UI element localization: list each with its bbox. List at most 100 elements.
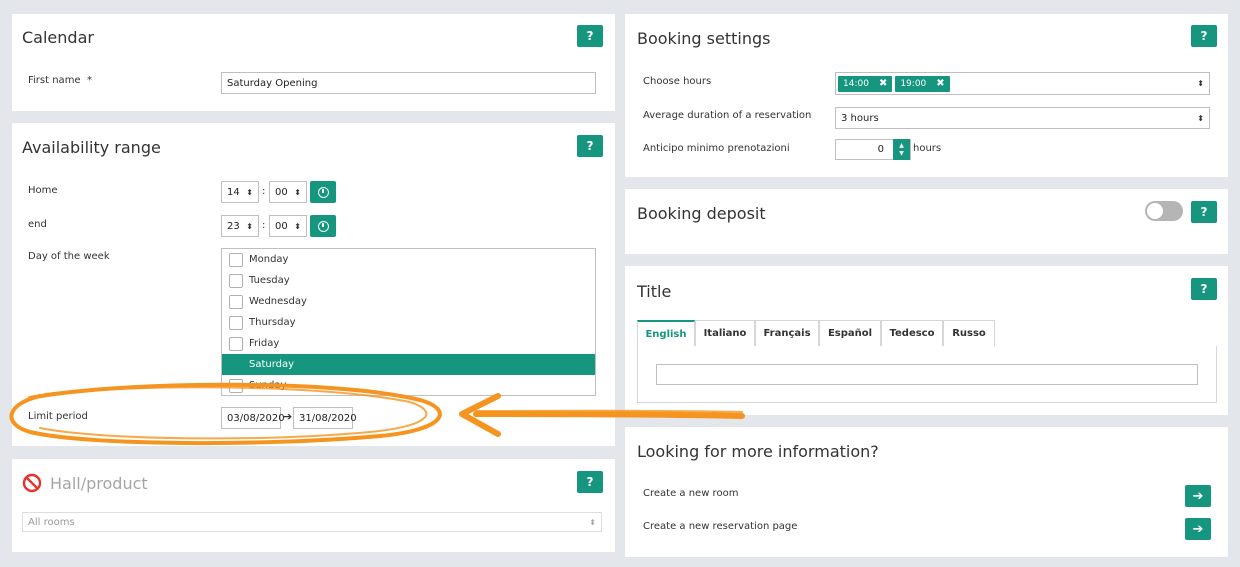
availability-help-button[interactable]: ? bbox=[577, 135, 603, 157]
updown-icon: ⬍ bbox=[1197, 79, 1204, 88]
day-checkbox[interactable] bbox=[229, 378, 243, 393]
day-option[interactable]: Friday bbox=[222, 333, 595, 354]
end-hour-value: 23 bbox=[227, 220, 240, 232]
home-minute-select[interactable]: 00 ⬍ bbox=[269, 181, 307, 203]
day-option[interactable]: Saturday bbox=[222, 354, 595, 375]
limit-period-label: Limit period bbox=[28, 411, 88, 422]
advance-value: 0 bbox=[877, 144, 884, 155]
day-option-label: Wednesday bbox=[249, 296, 307, 307]
day-of-week-label: Day of the week bbox=[28, 251, 110, 262]
calendar-panel: Calendar ? First name * Saturday Opening bbox=[12, 14, 615, 111]
range-arrow-icon: ➔ bbox=[283, 410, 293, 423]
duration-label: Average duration of a reservation bbox=[643, 110, 812, 121]
duration-value: 3 hours bbox=[841, 112, 879, 124]
deposit-title: Booking deposit bbox=[637, 204, 766, 223]
hall-select[interactable]: All rooms ⬍ bbox=[22, 512, 602, 532]
end-hour-select[interactable]: 23 ⬍ bbox=[221, 215, 259, 237]
tab-italiano[interactable]: Italiano bbox=[695, 320, 755, 346]
deposit-toggle[interactable] bbox=[1145, 201, 1183, 221]
stepper-up-icon[interactable]: ▲ bbox=[899, 142, 904, 150]
limit-to-input[interactable]: 31/08/2020 bbox=[293, 407, 357, 429]
choose-hours-select[interactable]: 14:00 ✖ 19:00 ✖ ⬍ bbox=[835, 72, 1210, 95]
clock-icon bbox=[317, 186, 329, 198]
advance-unit: hours bbox=[913, 143, 942, 154]
more-info-title: Looking for more information? bbox=[637, 442, 879, 461]
end-label: end bbox=[28, 219, 47, 230]
day-option[interactable]: Monday bbox=[222, 249, 595, 270]
time-separator: : bbox=[262, 186, 266, 197]
advance-stepper[interactable]: ▲ ▼ bbox=[893, 139, 910, 160]
hour-tag: 14:00 ✖ bbox=[838, 75, 893, 92]
day-checkbox[interactable] bbox=[229, 336, 243, 351]
required-mark: * bbox=[86, 75, 92, 86]
language-tabs: English Italiano Français Español Tedesco Rus… bbox=[637, 320, 1217, 346]
updown-icon: ⬍ bbox=[246, 221, 253, 231]
day-option[interactable]: Sunday bbox=[222, 375, 595, 395]
day-option-label: Sunday bbox=[249, 380, 287, 391]
day-of-week-list[interactable]: Monday Tuesday Wednesday Thursday Friday Satu… bbox=[221, 248, 596, 396]
time-separator: : bbox=[262, 220, 266, 231]
hours-tags: 14:00 ✖ 19:00 ✖ bbox=[838, 75, 953, 92]
clock-icon bbox=[317, 220, 329, 232]
day-checkbox[interactable] bbox=[229, 315, 243, 330]
day-option-label: Thursday bbox=[249, 317, 296, 328]
title-panel: Title ? English Italiano Français Español Te… bbox=[625, 266, 1228, 415]
tab-content bbox=[637, 346, 1217, 403]
hour-tag-label: 14:00 bbox=[843, 78, 869, 89]
day-option-label: Friday bbox=[249, 338, 280, 349]
title-help-button[interactable]: ? bbox=[1191, 278, 1217, 300]
home-hour-value: 14 bbox=[227, 186, 240, 198]
create-page-button[interactable]: ➔ bbox=[1185, 518, 1211, 540]
hour-tag-label: 19:00 bbox=[900, 78, 927, 89]
create-page-link[interactable]: Create a new reservation page bbox=[643, 521, 797, 532]
first-name-label: First name * bbox=[28, 75, 92, 86]
day-checkbox[interactable] bbox=[229, 273, 243, 288]
day-checkbox[interactable] bbox=[229, 294, 243, 309]
tab-francais[interactable]: Français bbox=[755, 320, 819, 346]
availability-panel: Availability range ? Home 14 ⬍ : 00 ⬍ end … bbox=[12, 123, 615, 446]
day-option-label: Saturday bbox=[249, 359, 295, 370]
create-room-link[interactable]: Create a new room bbox=[643, 488, 738, 499]
remove-tag-icon[interactable]: ✖ bbox=[879, 78, 887, 89]
tab-english[interactable]: English bbox=[637, 320, 695, 346]
day-option[interactable]: Tuesday bbox=[222, 270, 595, 291]
hall-title: Hall/product bbox=[50, 474, 148, 493]
more-info-panel: Looking for more information? Create a n… bbox=[625, 427, 1228, 557]
deposit-panel: Booking deposit ? bbox=[625, 189, 1228, 254]
title-panel-title: Title bbox=[637, 282, 672, 301]
updown-icon: ⬍ bbox=[246, 187, 253, 197]
day-checkbox[interactable] bbox=[229, 357, 243, 372]
title-input[interactable] bbox=[656, 364, 1198, 385]
remove-tag-icon[interactable]: ✖ bbox=[936, 78, 944, 89]
day-option[interactable]: Wednesday bbox=[222, 291, 595, 312]
disabled-icon bbox=[22, 473, 42, 493]
day-option-label: Monday bbox=[249, 254, 289, 265]
first-name-label-text: First name bbox=[28, 75, 81, 86]
limit-from-input[interactable]: 03/08/2020 bbox=[221, 407, 285, 429]
calendar-help-button[interactable]: ? bbox=[577, 25, 603, 47]
booking-settings-panel: Booking settings ? Choose hours 14:00 ✖ 19… bbox=[625, 14, 1228, 177]
calendar-title: Calendar bbox=[22, 28, 94, 47]
booking-settings-title: Booking settings bbox=[637, 29, 771, 48]
create-room-button[interactable]: ➔ bbox=[1185, 485, 1211, 507]
first-name-input[interactable]: Saturday Opening bbox=[221, 72, 596, 94]
hall-help-button[interactable]: ? bbox=[577, 471, 603, 493]
hall-select-value: All rooms bbox=[28, 516, 75, 528]
advance-label: Anticipo minimo prenotazioni bbox=[643, 143, 790, 154]
stepper-down-icon[interactable]: ▼ bbox=[899, 150, 904, 158]
day-option[interactable]: Thursday bbox=[222, 312, 595, 333]
booking-settings-help-button[interactable]: ? bbox=[1191, 25, 1217, 47]
tab-espanol[interactable]: Español bbox=[819, 320, 881, 346]
day-checkbox[interactable] bbox=[229, 252, 243, 267]
end-minute-select[interactable]: 00 ⬍ bbox=[269, 215, 307, 237]
updown-icon: ⬍ bbox=[294, 187, 301, 197]
updown-icon: ⬍ bbox=[294, 221, 301, 231]
duration-select[interactable]: 3 hours ⬍ bbox=[835, 107, 1210, 129]
tab-tedesco[interactable]: Tedesco bbox=[881, 320, 943, 346]
end-clock-button[interactable] bbox=[310, 215, 336, 237]
deposit-help-button[interactable]: ? bbox=[1191, 201, 1217, 223]
home-clock-button[interactable] bbox=[310, 181, 336, 203]
home-hour-select[interactable]: 14 ⬍ bbox=[221, 181, 259, 203]
end-minute-value: 00 bbox=[275, 220, 288, 232]
tab-russo[interactable]: Russo bbox=[943, 320, 995, 346]
